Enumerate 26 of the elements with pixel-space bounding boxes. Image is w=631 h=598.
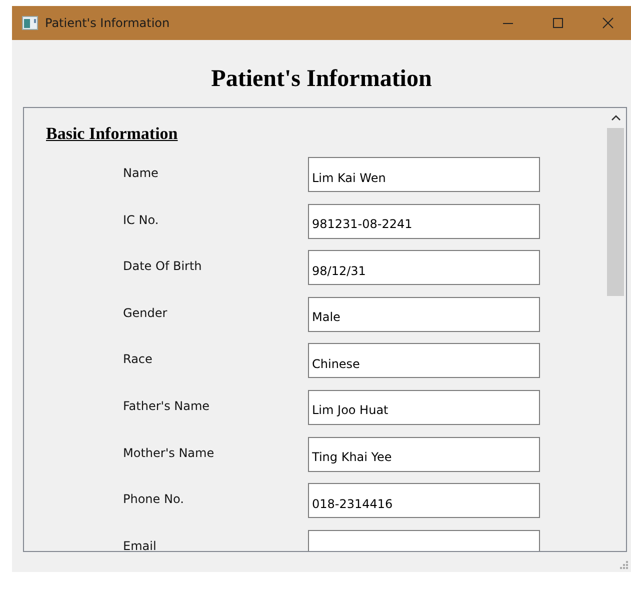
field-label: Date Of Birth [123, 258, 203, 274]
field-label: Phone No. [123, 491, 185, 506]
field-label: Name [123, 165, 160, 180]
field-label: Gender [123, 304, 168, 320]
input-field[interactable]: 981231-08-2241 [308, 204, 540, 239]
input-field[interactable]: Male [308, 296, 540, 332]
scroll-thumb[interactable] [607, 128, 624, 296]
field-label: Father's Name [123, 398, 211, 413]
field-label: Race [123, 351, 154, 366]
input-field[interactable]: Lim Joo Huat [308, 390, 540, 425]
close-icon[interactable] [602, 17, 614, 29]
field-label: Email [123, 538, 158, 551]
scroll-up-icon[interactable] [610, 114, 620, 122]
input-field[interactable]: Chinese [308, 343, 540, 378]
section-title: Basic Information [46, 124, 178, 144]
field-label: Mother's Name [123, 444, 216, 460]
input-field[interactable]: Ting Khai Yee [308, 436, 540, 472]
input-field[interactable]: 98/12/31 [308, 250, 540, 286]
resize-grip-icon[interactable] [620, 561, 628, 569]
page-heading: Patient's Information [210, 65, 433, 94]
field-label: IC No. [123, 212, 160, 227]
window-title: Patient's Information [45, 16, 170, 30]
input-field[interactable]: 018-2314416 [308, 483, 540, 518]
maximize-icon[interactable] [552, 17, 564, 29]
app-icon [22, 16, 38, 30]
input-field[interactable]: Lim Kai Wen [308, 157, 540, 192]
